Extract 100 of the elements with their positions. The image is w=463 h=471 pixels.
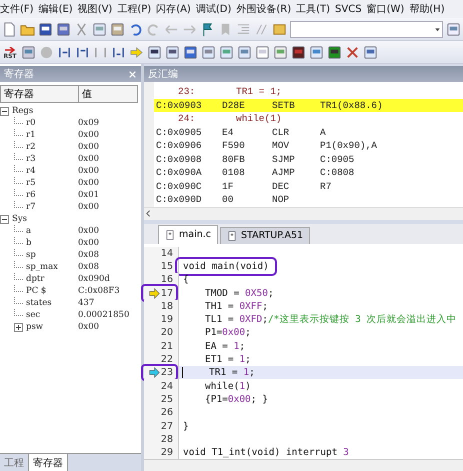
undo-icon[interactable] bbox=[128, 22, 143, 36]
code-line: P1=0x00; bbox=[205, 327, 251, 338]
menu-item[interactable]: 视图(V) bbox=[78, 2, 112, 16]
address: C:0x090D bbox=[156, 194, 203, 206]
instruction-row[interactable]: C:0x0906 F590 MOV P1(0x90),A bbox=[154, 139, 463, 152]
opcode: E4 bbox=[222, 126, 234, 138]
line-number: 15 bbox=[160, 260, 174, 272]
panel-tab[interactable]: 寄存器 bbox=[29, 454, 68, 471]
tools-icon[interactable] bbox=[345, 44, 360, 60]
line-number: 20 bbox=[160, 327, 174, 338]
register-value: 0.00021850 bbox=[78, 310, 130, 320]
line-number: 23 bbox=[160, 367, 174, 378]
register-name: dptr bbox=[26, 274, 44, 284]
column-heading[interactable]: 寄存器 bbox=[1, 86, 79, 102]
horizontal-scrollbar[interactable] bbox=[144, 206, 463, 220]
menu-item[interactable]: 窗口(W) bbox=[366, 2, 404, 16]
file-tab[interactable]: main.c bbox=[158, 224, 218, 244]
opcode: 00 bbox=[222, 194, 234, 206]
opcode: F590 bbox=[222, 140, 246, 152]
menu-item[interactable]: 文件(F) bbox=[0, 2, 34, 16]
expand-toggle-icon[interactable] bbox=[14, 322, 23, 332]
register-name: r7 bbox=[26, 202, 36, 212]
line-number: 25 bbox=[160, 394, 174, 405]
line-number: 18 bbox=[160, 300, 174, 312]
operand: P1(0x90),A bbox=[320, 140, 378, 152]
operand: C:0808 bbox=[320, 167, 356, 178]
line-number: 26 bbox=[160, 407, 174, 418]
line-number: 17 bbox=[160, 288, 174, 299]
opcode: 0108 bbox=[222, 167, 246, 178]
operand: C:0905 bbox=[320, 154, 356, 165]
instruction-row[interactable]: C:0x0903 D28E SETB TR1(0x88.6) bbox=[154, 98, 463, 112]
menu-item[interactable]: 调试(D) bbox=[196, 2, 232, 16]
file-icon bbox=[165, 230, 175, 240]
mnemonic: SJMP bbox=[272, 154, 296, 165]
arrow-icon bbox=[4, 47, 16, 53]
register-name: sec bbox=[26, 310, 40, 320]
register-value: 0x090d bbox=[78, 274, 111, 284]
file-tab[interactable]: STARTUP.A51 bbox=[220, 226, 310, 244]
menu-item[interactable]: 工具(T) bbox=[296, 2, 330, 16]
register-value: 0x00 bbox=[78, 154, 100, 164]
line-number: 29 bbox=[160, 447, 174, 458]
column-heading[interactable]: 值 bbox=[79, 86, 137, 102]
close-icon[interactable] bbox=[128, 70, 137, 78]
menu-item[interactable]: 编辑(E) bbox=[38, 2, 73, 16]
instruction-row[interactable]: C:0x0905 E4 CLR A bbox=[154, 126, 463, 139]
collapse-toggle-icon[interactable] bbox=[0, 106, 9, 116]
code-line: } bbox=[183, 420, 189, 432]
line-number: 16 bbox=[160, 274, 174, 286]
register-value: 0x08 bbox=[78, 250, 100, 260]
collapse-toggle-icon[interactable] bbox=[0, 214, 9, 224]
code-line: while(1) bbox=[205, 380, 251, 392]
mnemonic: MOV bbox=[272, 140, 290, 152]
opcode: D28E bbox=[222, 100, 246, 111]
code-line: void T1_int(void) interrupt 3 bbox=[183, 447, 349, 458]
instruction-row[interactable]: C:0x0908 80FB SJMP C:0905 bbox=[154, 152, 463, 166]
register-value: 0x09 bbox=[78, 118, 100, 128]
register-name: Regs bbox=[12, 106, 34, 116]
source-code: while(1) bbox=[236, 113, 283, 124]
instruction-row[interactable]: C:0x090A 0108 AJMP C:0808 bbox=[154, 166, 463, 180]
line-number: 22 bbox=[160, 354, 174, 366]
address: C:0x0908 bbox=[156, 154, 203, 165]
register-name: r0 bbox=[26, 118, 36, 128]
register-value: C:0x08F3 bbox=[78, 286, 121, 296]
line-number: 27 bbox=[160, 420, 174, 432]
register-value: 0x08 bbox=[78, 262, 100, 272]
instruction-row[interactable]: C:0x090D 00 NOP bbox=[154, 193, 463, 206]
new-file-icon[interactable] bbox=[2, 22, 17, 36]
source-code: TR1 = 1; bbox=[236, 86, 283, 98]
menu-item[interactable]: 外围设备(R) bbox=[236, 2, 292, 16]
instruction-row[interactable]: C:0x090C 1F DEC R7 bbox=[154, 180, 463, 193]
register-name: r4 bbox=[26, 166, 36, 176]
mnemonic: AJMP bbox=[272, 167, 296, 178]
code-line: { bbox=[183, 274, 189, 286]
register-name: psw bbox=[26, 322, 44, 332]
code-line: TL1 = 0XFD;/*这里表示按键按 3 次后就会溢出进入中 bbox=[205, 313, 457, 326]
mnemonic: SETB bbox=[272, 100, 296, 111]
line-number: 14 bbox=[160, 248, 174, 259]
register-name: r3 bbox=[26, 154, 36, 164]
code-line: TR1 = 1; bbox=[209, 367, 255, 378]
register-value: 0x00 bbox=[78, 238, 100, 248]
opcode: 1F bbox=[222, 180, 234, 192]
code-line: void main(void) bbox=[183, 260, 269, 272]
horizontal-scrollbar[interactable] bbox=[144, 459, 463, 471]
menu-item[interactable]: 帮助(H) bbox=[409, 2, 445, 16]
code-editor[interactable] bbox=[144, 244, 463, 471]
register-name: states bbox=[26, 298, 52, 308]
line-number: 21 bbox=[160, 340, 174, 352]
register-value: 437 bbox=[78, 298, 96, 308]
operand: A bbox=[320, 126, 327, 138]
menu-item[interactable]: 闪存(A) bbox=[156, 2, 191, 16]
opcode: 80FB bbox=[222, 154, 246, 165]
register-name: sp_max bbox=[26, 262, 58, 272]
code-line: TH1 = 0XFF; bbox=[205, 300, 268, 312]
code-line: EA = 1; bbox=[205, 340, 246, 352]
register-name: r1 bbox=[26, 130, 36, 140]
mnemonic: NOP bbox=[272, 194, 290, 206]
register-value: 0x00 bbox=[78, 226, 100, 236]
menu-item[interactable]: 工程(P) bbox=[117, 2, 152, 16]
register-name: Sys bbox=[12, 214, 27, 224]
menu-item[interactable]: SVCS bbox=[335, 4, 362, 14]
